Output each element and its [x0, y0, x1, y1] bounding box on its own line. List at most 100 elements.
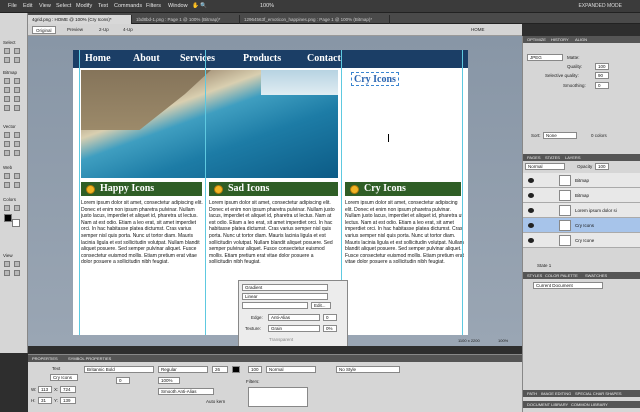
layer-blend-select[interactable]: Normal — [525, 163, 565, 170]
freeform-icon[interactable] — [4, 150, 10, 156]
layer-row[interactable]: Bitmap — [523, 173, 640, 188]
gradient-type-select[interactable]: Linear — [242, 293, 328, 300]
layer-row[interactable]: Bitmap — [523, 188, 640, 203]
layer-row-selected[interactable]: Cry Icons — [523, 218, 640, 233]
rubber-stamp-icon[interactable] — [4, 105, 10, 111]
transparent-checkbox[interactable]: Transparent — [269, 337, 293, 342]
eye-icon[interactable] — [528, 223, 534, 228]
leading-field[interactable]: 100% — [158, 377, 180, 384]
eye-icon[interactable] — [528, 208, 534, 213]
tab-pages[interactable]: PAGES — [527, 155, 541, 160]
tab-path[interactable]: PATH — [527, 391, 537, 396]
eyedropper-icon[interactable] — [4, 205, 10, 211]
tab-document-library[interactable]: DOCUMENT LIBRARY — [527, 402, 568, 407]
guide-line[interactable] — [205, 50, 206, 335]
layer-row[interactable]: Lorem ipsum dolor si — [523, 203, 640, 218]
blend-mode-select[interactable]: Normal — [266, 366, 316, 373]
menu-select[interactable]: Select — [56, 3, 71, 9]
auto-kern-checkbox[interactable]: Auto kern — [206, 399, 225, 404]
styles-document-select[interactable]: Current Document — [533, 282, 603, 289]
tab-symbol-properties[interactable]: SYMBOL PROPERTIES — [68, 356, 111, 361]
x-field[interactable]: 724 — [60, 386, 76, 393]
eye-icon[interactable] — [528, 238, 534, 243]
zoom-tool-icon[interactable] — [14, 270, 20, 276]
edge-amount-field[interactable]: 0 — [323, 314, 337, 321]
tab-1bd8bd[interactable]: 1bd8bd-1.png : Page 1 @ 100% (Bitmap)* — [132, 15, 240, 24]
subselect-icon[interactable] — [14, 48, 20, 54]
filters-list[interactable] — [248, 387, 308, 407]
fill-type-select[interactable]: Gradient — [242, 284, 328, 291]
eye-icon[interactable] — [528, 193, 534, 198]
font-style-select[interactable]: Regular — [158, 366, 208, 373]
eraser-icon[interactable] — [4, 96, 10, 102]
brush-icon[interactable] — [14, 87, 20, 93]
tab-image-editing[interactable]: IMAGE EDITING — [541, 391, 571, 396]
style-select[interactable]: No Style — [336, 366, 400, 373]
tab-align[interactable]: ALIGN — [575, 37, 587, 42]
tab-emoticon[interactable]: 12964563f_emoticon_happines.png : Page 1… — [240, 15, 390, 24]
state-label[interactable]: State 1 — [537, 263, 551, 268]
hand-tool-icon[interactable] — [4, 270, 10, 276]
edit-gradient-button[interactable]: Edit... — [311, 302, 331, 309]
nav-home[interactable]: Home — [85, 53, 111, 64]
pointer-icon[interactable] — [4, 48, 10, 54]
menu-modify[interactable]: Modify — [76, 3, 92, 9]
workspace-mode[interactable]: EXPANDED MODE — [578, 3, 622, 9]
gradient-preview[interactable] — [242, 302, 308, 309]
eye-icon[interactable] — [528, 178, 534, 183]
guide-line[interactable] — [79, 50, 80, 335]
y-field[interactable]: 139 — [60, 397, 76, 404]
full-screen-icon[interactable] — [14, 261, 20, 267]
object-name-field[interactable]: Cry Icons — [50, 374, 78, 381]
tab-color-palette[interactable]: COLOR PALETTE — [545, 273, 578, 278]
texture-amount-field[interactable]: 0% — [323, 325, 337, 332]
menu-view[interactable]: View — [39, 3, 51, 9]
layer-row[interactable]: Cry Icone — [523, 233, 640, 248]
texture-select[interactable]: Grain — [268, 325, 320, 332]
status-zoom[interactable]: 100% — [498, 338, 508, 343]
show-slices-icon[interactable] — [14, 182, 20, 188]
font-size-field[interactable]: 26 — [212, 366, 228, 373]
scale-icon[interactable] — [4, 57, 10, 63]
hide-slices-icon[interactable] — [4, 182, 10, 188]
tab-layers[interactable]: LAYERS — [565, 155, 581, 160]
spacing-field[interactable]: 0 — [116, 377, 130, 384]
paint-bucket-icon[interactable] — [14, 205, 20, 211]
line-icon[interactable] — [4, 132, 10, 138]
canvas-area[interactable]: Home About Services Products Contact Cry… — [28, 36, 522, 346]
opacity-field[interactable]: 100 — [248, 366, 262, 373]
zoom-icon[interactable]: 🔍 — [200, 3, 207, 9]
guide-line[interactable] — [462, 50, 463, 335]
text-icon[interactable] — [14, 141, 20, 147]
lasso-icon[interactable] — [14, 78, 20, 84]
preview-view-button[interactable]: Preview — [64, 26, 86, 34]
hotspot-icon[interactable] — [4, 173, 10, 179]
stroke-color-swatch[interactable] — [4, 214, 12, 222]
tab-4grid[interactable]: 4grid.png : HOME @ 100% (Cry Icons)* — [28, 15, 132, 24]
standard-screen-icon[interactable] — [4, 261, 10, 267]
menu-filters[interactable]: Filters — [146, 3, 161, 9]
marquee-icon[interactable] — [4, 78, 10, 84]
fill-color-swatch[interactable] — [12, 219, 20, 227]
tab-optimize[interactable]: OPTIMIZE — [527, 37, 546, 42]
nav-services[interactable]: Services — [180, 53, 215, 64]
knife-icon[interactable] — [14, 150, 20, 156]
zoom-level[interactable]: 100% — [260, 3, 274, 9]
selective-quality-field[interactable]: 90 — [595, 72, 609, 79]
tab-history[interactable]: HISTORY — [551, 37, 569, 42]
pen-icon[interactable] — [14, 132, 20, 138]
crop-icon[interactable] — [14, 57, 20, 63]
rectangle-icon[interactable] — [4, 141, 10, 147]
smoothing-field[interactable]: 0 — [595, 82, 609, 89]
tab-common-library[interactable]: COMMON LIBRARY — [571, 402, 608, 407]
sort-select[interactable]: None — [543, 132, 577, 139]
font-select[interactable]: Britannic Bold — [84, 366, 154, 373]
menu-window[interactable]: Window — [168, 3, 188, 9]
menu-commands[interactable]: Commands — [114, 3, 142, 9]
tab-styles[interactable]: STYLES — [527, 273, 542, 278]
menu-file[interactable]: File — [8, 3, 17, 9]
antialias-select[interactable]: Smooth Anti-Alias — [158, 388, 214, 395]
menu-text[interactable]: Text — [98, 3, 108, 9]
nav-about[interactable]: About — [133, 53, 160, 64]
width-field[interactable]: 113 — [38, 386, 52, 393]
